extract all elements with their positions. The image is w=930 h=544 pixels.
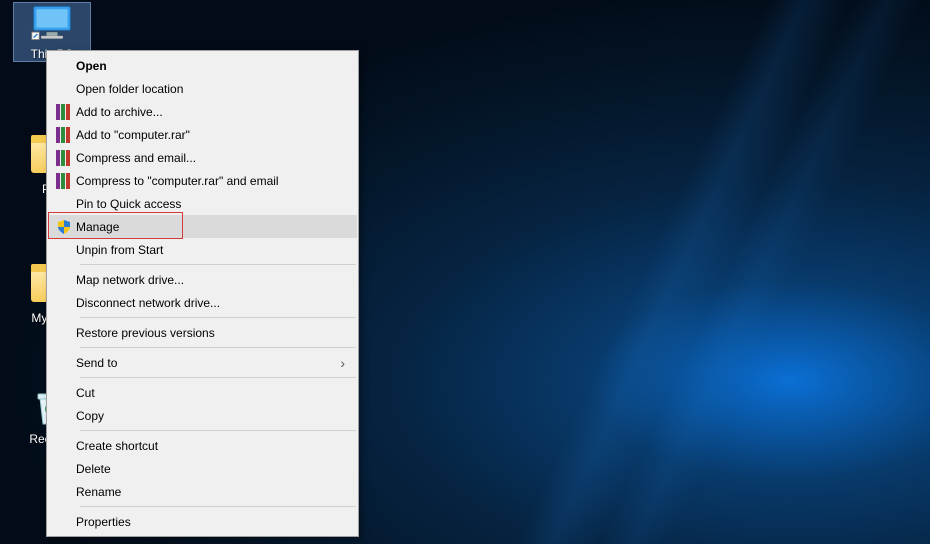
menu-item-create-shortcut[interactable]: Create shortcut	[48, 434, 357, 457]
menu-item-add-to-archive[interactable]: Add to archive...	[48, 100, 357, 123]
menu-item-manage[interactable]: Manage	[48, 215, 357, 238]
menu-item-label: Properties	[76, 515, 327, 529]
this-pc-icon	[28, 3, 76, 43]
menu-item-label: Rename	[76, 485, 327, 499]
shield-icon	[52, 219, 76, 235]
menu-separator	[80, 347, 356, 348]
menu-item-send-to[interactable]: Send to ›	[48, 351, 357, 374]
winrar-icon	[52, 173, 76, 189]
menu-item-restore-previous-versions[interactable]: Restore previous versions	[48, 321, 357, 344]
menu-item-open-folder-location[interactable]: Open folder location	[48, 77, 357, 100]
menu-item-label: Create shortcut	[76, 439, 327, 453]
menu-item-cut[interactable]: Cut	[48, 381, 357, 404]
winrar-icon	[52, 127, 76, 143]
chevron-right-icon: ›	[340, 355, 345, 371]
menu-item-rename[interactable]: Rename	[48, 480, 357, 503]
menu-item-label: Pin to Quick access	[76, 197, 327, 211]
menu-item-label: Copy	[76, 409, 327, 423]
menu-item-label: Delete	[76, 462, 327, 476]
menu-item-label: Open	[76, 59, 327, 73]
menu-separator	[80, 506, 356, 507]
menu-item-compress-and-email[interactable]: Compress and email...	[48, 146, 357, 169]
menu-item-label: Disconnect network drive...	[76, 296, 327, 310]
menu-item-properties[interactable]: Properties	[48, 510, 357, 533]
menu-item-label: Unpin from Start	[76, 243, 327, 257]
menu-separator	[80, 317, 356, 318]
menu-item-label: Add to archive...	[76, 105, 327, 119]
menu-separator	[80, 430, 356, 431]
menu-separator	[80, 264, 356, 265]
menu-item-label: Compress to "computer.rar" and email	[76, 174, 327, 188]
menu-item-add-to-computer-rar[interactable]: Add to "computer.rar"	[48, 123, 357, 146]
menu-separator	[80, 377, 356, 378]
menu-item-copy[interactable]: Copy	[48, 404, 357, 427]
context-menu: Open Open folder location Add to archive..…	[46, 50, 359, 537]
menu-item-label: Compress and email...	[76, 151, 327, 165]
menu-item-delete[interactable]: Delete	[48, 457, 357, 480]
menu-item-label: Send to	[76, 356, 327, 370]
menu-item-label: Manage	[76, 220, 327, 234]
menu-item-pin-to-quick-access[interactable]: Pin to Quick access	[48, 192, 357, 215]
winrar-icon	[52, 150, 76, 166]
menu-item-disconnect-network-drive[interactable]: Disconnect network drive...	[48, 291, 357, 314]
menu-item-label: Map network drive...	[76, 273, 327, 287]
menu-item-map-network-drive[interactable]: Map network drive...	[48, 268, 357, 291]
menu-item-label: Add to "computer.rar"	[76, 128, 327, 142]
menu-item-unpin-from-start[interactable]: Unpin from Start	[48, 238, 357, 261]
menu-item-compress-to-computer-rar-and-email[interactable]: Compress to "computer.rar" and email	[48, 169, 357, 192]
menu-item-label: Cut	[76, 386, 327, 400]
menu-item-open[interactable]: Open	[48, 54, 357, 77]
menu-item-label: Restore previous versions	[76, 326, 327, 340]
menu-item-label: Open folder location	[76, 82, 327, 96]
winrar-icon	[52, 104, 76, 120]
